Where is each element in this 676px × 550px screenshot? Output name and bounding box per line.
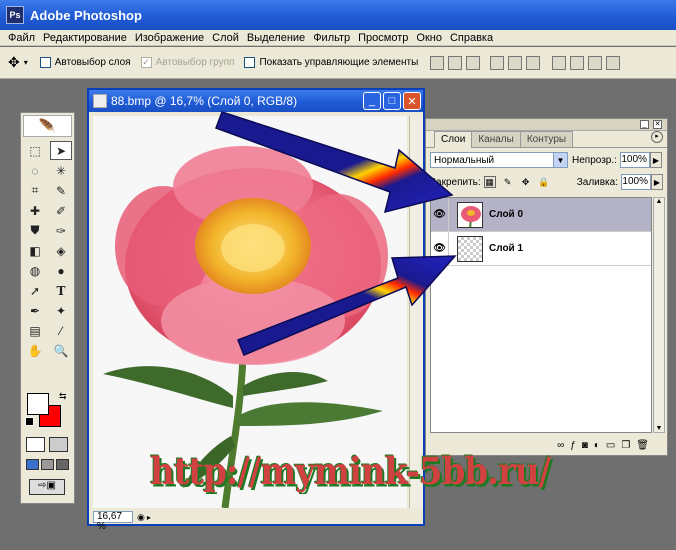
arrow-to-layer-0-icon (215, 111, 454, 214)
arrow-to-layer-1-icon (237, 255, 457, 356)
watermark-text: http://mymink-5bb.ru/ (150, 450, 551, 494)
